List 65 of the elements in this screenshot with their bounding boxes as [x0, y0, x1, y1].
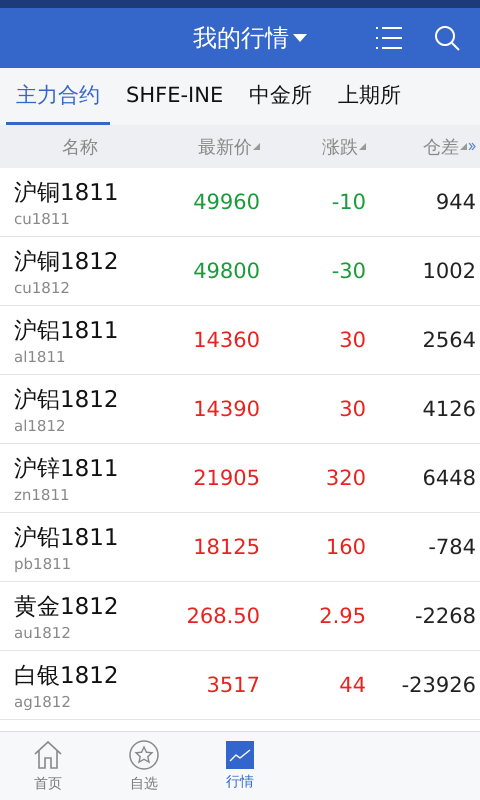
contract-code: cu1812: [14, 278, 70, 296]
caret-icon: [293, 34, 307, 42]
title-dropdown[interactable]: 我的行情: [193, 22, 307, 54]
change-cell: 320: [326, 466, 366, 490]
contract-name: 黄金1812: [14, 592, 119, 622]
menu-icon[interactable]: [376, 26, 402, 50]
contract-code: au1812: [14, 624, 71, 642]
price-cell: 49800: [193, 259, 260, 283]
oi-change-cell: 6448: [422, 466, 476, 490]
exchange-tab[interactable]: 中金所: [239, 68, 322, 125]
contract-code: al1811: [14, 348, 66, 366]
quote-row[interactable]: 沪锌1811 zn1811 21905 320 6448: [0, 444, 480, 513]
double-chevron-icon[interactable]: [468, 142, 476, 151]
contract-code: zn1811: [14, 486, 70, 504]
chart-icon: [226, 741, 254, 769]
sort-icon: [460, 143, 467, 150]
price-cell: 49960: [193, 190, 260, 214]
price-cell: 18125: [193, 535, 260, 559]
home-icon: [32, 739, 64, 771]
change-cell: 2.95: [319, 604, 366, 628]
quote-row[interactable]: 沪铜1812 cu1812 49800 -30 1002: [0, 237, 480, 306]
contract-name: 白银1812: [14, 662, 119, 690]
oi-change-cell: 2564: [422, 328, 476, 352]
change-cell: -30: [332, 259, 366, 283]
quote-row[interactable]: 沪铝1811 al1811 14360 30 2564: [0, 306, 480, 375]
price-cell: 14390: [193, 397, 260, 421]
change-cell: 30: [339, 397, 366, 421]
contract-code: cu1811: [14, 210, 70, 228]
contract-code: al1812: [14, 416, 66, 434]
contract-code: pb1811: [14, 554, 72, 572]
oi-change-cell: -2268: [414, 604, 476, 628]
column-header: 名称: [62, 136, 98, 158]
oi-change-cell: 4126: [422, 397, 476, 421]
exchange-tab[interactable]: 上期所: [328, 68, 412, 125]
change-cell: 160: [326, 535, 366, 559]
sort-icon: [253, 143, 260, 150]
oi-change-cell: 1002: [422, 259, 476, 283]
oi-change-cell: 944: [436, 190, 476, 214]
quote-row[interactable]: 沪铅1811 pb1811 18125 160 -784: [0, 513, 480, 582]
exchange-tab[interactable]: SHFE-INE: [116, 68, 234, 125]
price-cell: 268.50: [186, 604, 260, 628]
price-cell: 3517: [206, 673, 260, 697]
contract-name: 沪铜1811: [14, 178, 119, 208]
contract-code: ag1812: [14, 692, 71, 710]
change-cell: 44: [339, 673, 366, 697]
sort-icon: [359, 143, 366, 150]
quote-row[interactable]: 沪铜1811 cu1811 49960 -10 944: [0, 168, 480, 237]
price-cell: 21905: [193, 466, 260, 490]
quote-row[interactable]: 白银1812 ag1812 3517 44 -23926: [0, 651, 480, 720]
nav-item[interactable]: 首页: [0, 739, 96, 793]
nav-item[interactable]: 自选: [96, 739, 192, 793]
change-cell: 30: [339, 328, 366, 352]
change-cell: -10: [332, 190, 366, 214]
quote-row[interactable]: 沪铝1812 al1812 14390 30 4126: [0, 375, 480, 444]
price-cell: 14360: [193, 328, 260, 352]
oi-change-cell: -784: [428, 535, 476, 559]
contract-name: 沪锌1811: [14, 454, 119, 484]
oi-change-cell: -23926: [402, 673, 476, 697]
contract-name: 沪铝1811: [14, 316, 119, 346]
contract-name: 沪铅1811: [14, 524, 119, 552]
contract-name: 沪铝1812: [14, 386, 119, 414]
quote-row[interactable]: 黄金1812 au1812 268.50 2.95 -2268: [0, 582, 480, 651]
search-icon[interactable]: [434, 25, 460, 51]
contract-name: 沪铜1812: [14, 248, 119, 276]
nav-item[interactable]: 行情: [192, 741, 288, 791]
